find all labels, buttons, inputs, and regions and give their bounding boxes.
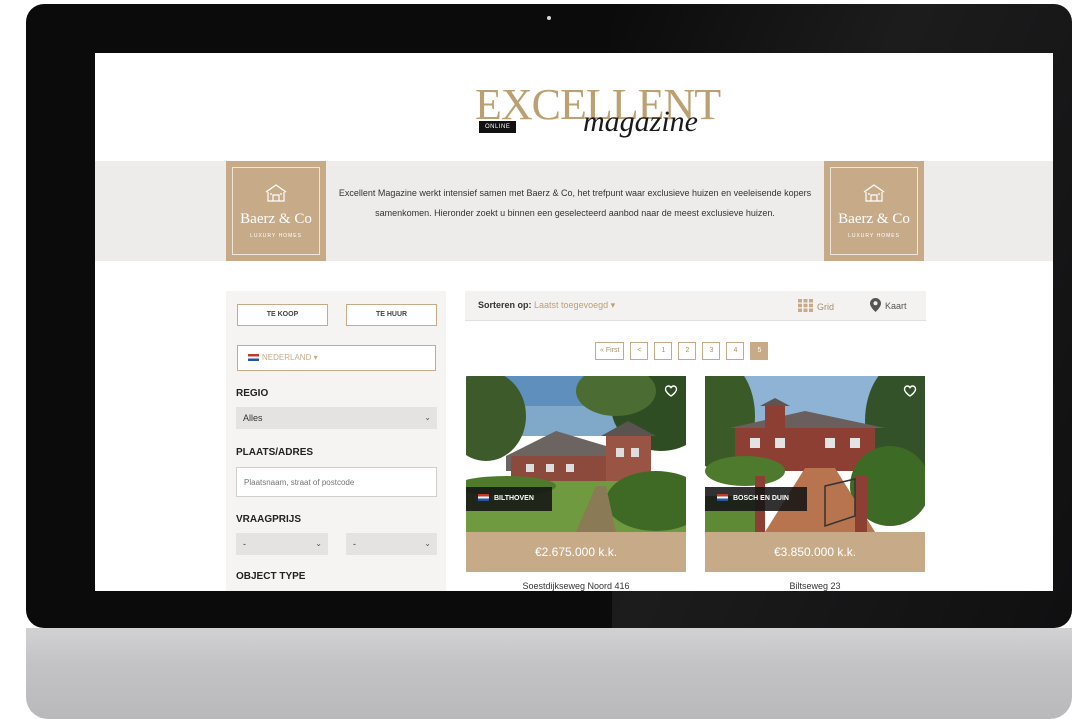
listing-card[interactable]: BOSCH EN DUIN €3.850.000 k.k. Biltseweg … [705,376,925,591]
price-label: VRAAGPRIJS [236,514,302,525]
grid-view-toggle[interactable]: Grid [798,299,834,312]
listing-price: €2.675.000 k.k. [466,532,686,572]
chevron-down-icon: ⌄ [424,413,431,422]
map-label: Kaart [885,301,907,311]
object-type-label: OBJECT TYPE [236,571,306,582]
place-input[interactable] [236,467,437,497]
logo-online-badge: ONLINE [479,121,517,133]
first-page-button[interactable]: « First [595,342,625,360]
grid-icon [798,299,813,312]
logo-script: magazine [583,105,698,138]
grid-label: Grid [817,302,835,312]
price-min-select[interactable]: - ⌄ [236,533,328,555]
region-label: REGIO [236,388,269,399]
map-pin-icon [870,298,881,312]
pagination: « First < 1 2 3 4 5 [595,342,769,360]
sort-control[interactable]: Sorteren op: Laatst toegevoegd ▾ [478,300,615,311]
partner-logo-left[interactable]: Baerz & Co LUXURY HOMES [226,161,326,261]
country-value: NEDERLAND ▾ [262,353,318,362]
sort-label: Sorteren op: [478,300,532,310]
region-select[interactable]: Alles ⌄ [236,407,437,429]
favorite-heart-icon[interactable] [664,384,678,398]
page-3-button[interactable]: 3 [702,342,721,360]
price-max-select[interactable]: - ⌄ [346,533,437,555]
country-select[interactable]: NEDERLAND ▾ [237,345,436,371]
listing-address[interactable]: Soestdijkseweg Noord 416 [466,581,686,591]
monitor-chin [26,628,1072,719]
page-1-button[interactable]: 1 [654,342,673,360]
te-koop-button[interactable]: TE KOOP [237,304,328,326]
partner-name: Baerz & Co [240,211,312,227]
partner-name: Baerz & Co [838,211,910,227]
site-logo[interactable]: EXCELLENT magazine ONLINE [475,81,721,141]
location-badge: BILTHOVEN [466,487,552,511]
listing-price: €3.850.000 k.k. [705,532,925,572]
page-4-button[interactable]: 4 [726,342,745,360]
te-huur-button[interactable]: TE HUUR [346,304,437,326]
location-city: BILTHOVEN [493,495,534,502]
partner-logo-right[interactable]: Baerz & Co LUXURY HOMES [824,161,924,261]
map-view-toggle[interactable]: Kaart [870,298,907,312]
intro-text: Excellent Magazine werkt intensief samen… [338,188,812,218]
price-min-value: - [243,539,246,549]
web-page: EXCELLENT magazine ONLINE Baerz & Co LUX… [95,53,1053,591]
partner-tagline: LUXURY HOMES [250,233,302,239]
page-5-button[interactable]: 5 [750,342,769,360]
location-badge: BOSCH EN DUIN [705,487,807,511]
intro-band: Baerz & Co LUXURY HOMES Excellent Magazi… [95,161,1053,261]
chevron-down-icon: ⌄ [424,539,431,548]
sort-value[interactable]: Laatst toegevoegd ▾ [534,300,615,310]
page-2-button[interactable]: 2 [678,342,697,360]
house-icon [863,184,885,202]
netherlands-flag-icon [478,494,489,501]
location-city: BOSCH EN DUIN [732,495,789,502]
listing-address[interactable]: Biltseweg 23 [705,581,925,591]
region-value: Alles [243,413,263,423]
place-label: PLAATS/ADRES [236,447,314,458]
camera-dot [547,16,551,20]
price-max-value: - [353,539,356,549]
netherlands-flag-icon [248,354,259,361]
favorite-heart-icon[interactable] [903,384,917,398]
sort-bar: Sorteren op: Laatst toegevoegd ▾ Grid Ka… [465,291,926,321]
monitor-bezel: EXCELLENT magazine ONLINE Baerz & Co LUX… [26,4,1072,628]
search-filters: TE KOOP TE HUUR NEDERLAND ▾ REGIO Alles … [226,291,446,591]
house-icon [265,184,287,202]
netherlands-flag-icon [717,494,728,501]
partner-tagline: LUXURY HOMES [848,233,900,239]
prev-page-button[interactable]: < [630,342,649,360]
chevron-down-icon: ⌄ [315,539,322,548]
listing-card[interactable]: BILTHOVEN €2.675.000 k.k. Soestdijkseweg… [466,376,686,591]
